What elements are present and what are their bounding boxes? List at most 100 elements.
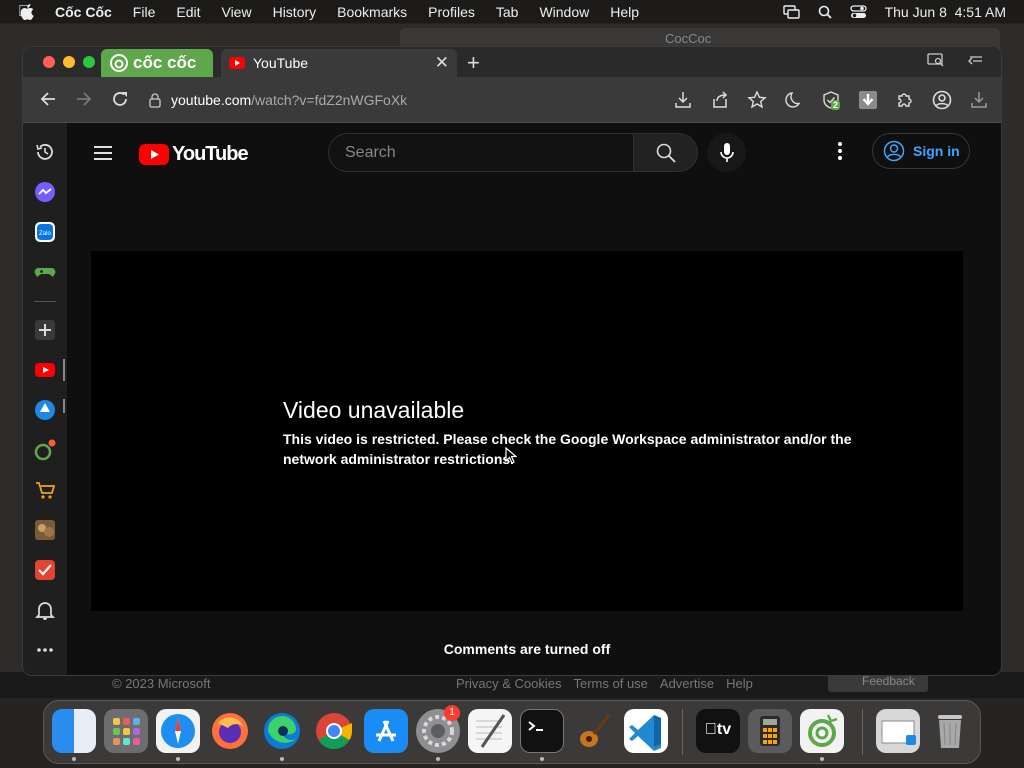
edge-logo-icon (264, 713, 300, 749)
add-sidebar-app-icon[interactable] (34, 319, 56, 341)
window-close-button[interactable] (43, 56, 55, 68)
lock-icon[interactable] (149, 92, 161, 108)
vscode-icon[interactable] (624, 709, 668, 753)
edge-icon[interactable] (260, 709, 304, 753)
address-bar[interactable]: youtube.com/watch?v=fdZ2nWGFoXk (149, 85, 407, 115)
menu-history[interactable]: History (273, 4, 317, 20)
history-clock-icon[interactable] (34, 141, 56, 163)
bookmark-star-icon[interactable] (747, 90, 767, 110)
menu-window[interactable]: Window (539, 4, 589, 20)
menu-help[interactable]: Help (610, 4, 639, 20)
trash-icon[interactable] (928, 709, 972, 753)
window-minimize-button[interactable] (63, 56, 75, 68)
search-button[interactable] (634, 133, 698, 172)
footer-link-help[interactable]: Help (726, 676, 753, 691)
coccoc-game-icon[interactable] (34, 439, 56, 461)
comments-status: Comments are turned off (443, 641, 611, 657)
chrome-icon[interactable] (312, 709, 356, 753)
savefrom-download-icon[interactable] (858, 90, 878, 110)
zalo-icon[interactable]: Zalo (34, 221, 56, 243)
app-store-icon[interactable] (364, 709, 408, 753)
browser-window: cốc cốc YouTube ✕ + youtube.com/watch?v=… (22, 46, 1002, 676)
youtube-logo[interactable]: YouTube (139, 143, 249, 166)
calculator-icon[interactable] (748, 709, 792, 753)
control-center-icon[interactable] (849, 4, 867, 19)
macos-menubar:  Cốc Cốc File Edit View History Bookmar… (0, 0, 1024, 23)
apple-tv-icon[interactable]: tv (696, 709, 740, 753)
menu-bookmarks[interactable]: Bookmarks (337, 4, 407, 20)
reload-icon[interactable] (111, 90, 129, 108)
minimized-window-thumbnail[interactable] (876, 709, 920, 753)
footer-links: Privacy & Cookies Terms of use Advertise… (456, 676, 753, 691)
voice-search-button[interactable] (707, 133, 746, 172)
menu-tab[interactable]: Tab (496, 4, 519, 20)
active-app-indicator (63, 359, 65, 381)
apple-logo-icon[interactable] (20, 3, 34, 20)
extensions-puzzle-icon[interactable] (895, 90, 915, 110)
menu-edit[interactable]: Edit (176, 4, 200, 20)
textedit-icon[interactable] (468, 709, 512, 753)
messenger-icon[interactable] (34, 181, 56, 203)
share-icon[interactable] (710, 90, 730, 110)
forward-arrow-icon[interactable] (75, 90, 93, 108)
game-avatar-icon[interactable] (34, 519, 56, 541)
web-app-icon[interactable] (34, 399, 56, 421)
coccoc-logo-icon (110, 54, 128, 72)
ad-block-extension[interactable]: 2 (821, 90, 841, 110)
menu-file[interactable]: File (133, 4, 156, 20)
guitar-icon (580, 714, 611, 747)
vscode-logo-icon (629, 715, 661, 751)
launchpad-icon[interactable] (104, 709, 148, 753)
finder-icon[interactable] (52, 709, 96, 753)
tab-search-icon[interactable] (927, 53, 945, 67)
dock-separator (862, 709, 863, 755)
settings-more-icon[interactable] (837, 141, 843, 161)
footer-link-privacy[interactable]: Privacy & Cookies (456, 676, 561, 691)
downloads-icon[interactable] (969, 90, 989, 110)
mouse-pointer-icon (505, 447, 517, 464)
back-arrow-icon[interactable] (39, 90, 57, 108)
new-tab-button[interactable]: + (467, 50, 480, 76)
dark-mode-moon-icon[interactable] (784, 90, 804, 110)
hamburger-menu-icon[interactable] (93, 145, 113, 161)
shopping-cart-icon[interactable] (34, 479, 56, 501)
coccoc-brand-tab[interactable]: cốc cốc (101, 49, 213, 77)
background-window-title: CocCoc (665, 31, 712, 46)
window-zoom-button[interactable] (83, 56, 95, 68)
menu-view[interactable]: View (221, 4, 251, 20)
gamepad-icon[interactable] (34, 261, 56, 283)
tab-bar: cốc cốc YouTube ✕ + (23, 47, 1001, 77)
running-indicator (540, 757, 544, 761)
coccoc-browser-icon[interactable] (800, 709, 844, 753)
todoist-icon[interactable] (34, 559, 56, 581)
footer-link-advertise[interactable]: Advertise (660, 676, 714, 691)
menu-profiles[interactable]: Profiles (428, 4, 475, 20)
close-tab-icon[interactable]: ✕ (435, 53, 449, 73)
menubar-clock[interactable]: Thu Jun 8 4:51 AM (885, 4, 1006, 20)
tab-youtube[interactable]: YouTube ✕ (221, 49, 457, 77)
sign-in-button[interactable]: Sign in (872, 133, 970, 169)
coccoc-brand-label: cốc cốc (133, 53, 197, 72)
profile-avatar-icon[interactable] (932, 90, 952, 110)
pen-and-paper-icon (476, 714, 506, 748)
youtube-app-icon[interactable] (34, 359, 56, 381)
sidebar-toggle-icon[interactable] (967, 53, 985, 67)
screen-mirroring-icon[interactable] (782, 4, 800, 19)
safari-icon[interactable] (156, 709, 200, 753)
youtube-favicon-icon (229, 57, 245, 69)
video-player[interactable]: Video unavailable This video is restrict… (91, 251, 963, 611)
install-app-icon[interactable] (673, 90, 693, 110)
feedback-button[interactable]: Feedback (828, 674, 928, 692)
youtube-play-logo-icon (139, 144, 169, 165)
terminal-icon[interactable] (520, 709, 564, 753)
footer-link-terms[interactable]: Terms of use (573, 676, 647, 691)
menu-app-name[interactable]: Cốc Cốc (55, 4, 112, 20)
search-icon (656, 143, 676, 163)
garageband-icon[interactable] (572, 709, 616, 753)
search-input[interactable]: Search (328, 133, 634, 172)
more-options-icon[interactable] (34, 639, 56, 661)
extension-badge: 2 (831, 100, 841, 110)
notification-bell-icon[interactable] (34, 599, 56, 621)
spotlight-search-icon[interactable] (818, 5, 832, 19)
firefox-icon[interactable] (208, 709, 252, 753)
